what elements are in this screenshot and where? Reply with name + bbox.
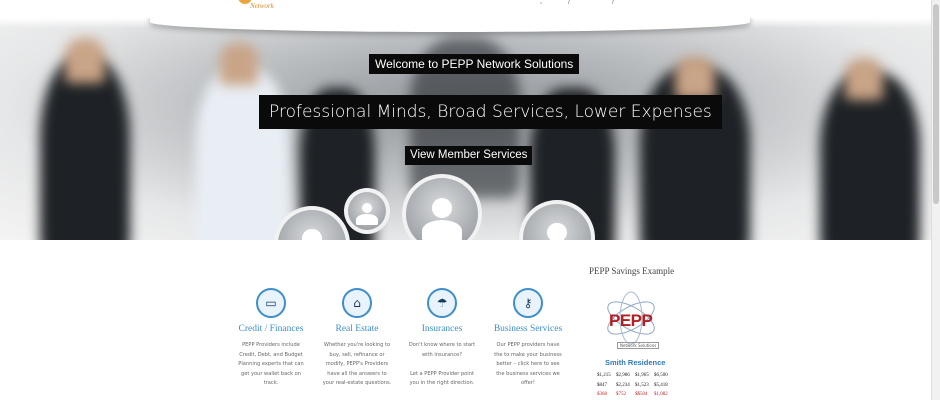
nav-fragment[interactable]: ,	[540, 0, 542, 5]
key-icon[interactable]: ⚷	[513, 288, 543, 318]
umbrella-icon[interactable]: ☂	[427, 288, 457, 318]
service-title[interactable]: Business Services	[488, 324, 568, 334]
background-person-head	[65, 38, 105, 83]
top-navigation: Network , / /	[0, 0, 940, 18]
hero-banner	[0, 18, 931, 240]
nav-fragment[interactable]: /	[568, 0, 570, 5]
scrollbar-thumb[interactable]	[933, 4, 939, 204]
nav-fragment[interactable]: /	[612, 0, 614, 5]
logo-subtitle: Network	[250, 2, 274, 10]
service-real-estate[interactable]: ⌂ Real Estate Whether you're looking to b…	[318, 288, 396, 389]
credit-card-icon[interactable]: ▭	[256, 288, 286, 318]
background-person-head	[220, 43, 258, 85]
table-row: $368 $752 $$504 $1,082	[597, 392, 668, 397]
service-description: Our PEPP providers have the to make your …	[494, 342, 562, 387]
pepp-logo-text: PEPP	[609, 311, 653, 330]
savings-example-title: PEPP Savings Example	[589, 266, 675, 276]
background-person-head	[845, 58, 883, 100]
background-person	[40, 58, 130, 240]
user-circle-icon	[344, 188, 390, 234]
service-credit-finances[interactable]: ▭ Credit / Finances PEPP Providers inclu…	[232, 288, 310, 389]
table-row: $1,215 $2,986 $1,965 $6,500	[597, 373, 668, 378]
nav-arc-divider	[150, 18, 750, 32]
home-icon[interactable]: ⌂	[342, 288, 372, 318]
service-insurances[interactable]: ☂ Insurances Don't know where to start wi…	[403, 288, 481, 389]
service-description: Don't know where to start with insurance?…	[408, 342, 476, 387]
service-title[interactable]: Insurances	[403, 324, 481, 334]
pepp-logo-subtitle: Network Solutions	[617, 342, 660, 349]
savings-table: $1,215 $2,986 $1,965 $6,500 $847 $2,234 $1,52…	[597, 371, 670, 400]
service-business-services[interactable]: ⚷ Business Services Our PEPP providers h…	[488, 288, 568, 389]
page-scrollbar[interactable]	[931, 0, 940, 400]
service-description: Whether you're looking to buy, sell, refi…	[322, 342, 392, 387]
page: Network , / / Welcome to PEPP Network So…	[0, 0, 940, 400]
residence-title: Smith Residence	[605, 358, 666, 367]
table-row: $847 $2,234 $1,523 $5,418	[597, 382, 668, 388]
service-title[interactable]: Real Estate	[318, 324, 396, 334]
service-title[interactable]: Credit / Finances	[232, 324, 310, 334]
hero-tagline: Professional Minds, Broad Services, Lowe…	[259, 95, 722, 129]
background-person	[195, 68, 290, 240]
background-person-head	[675, 56, 715, 100]
view-member-services-button[interactable]: View Member Services	[405, 146, 533, 165]
service-description: PEPP Providers include Credit, Debt, and …	[238, 342, 304, 387]
welcome-label: Welcome to PEPP Network Solutions	[369, 54, 580, 74]
